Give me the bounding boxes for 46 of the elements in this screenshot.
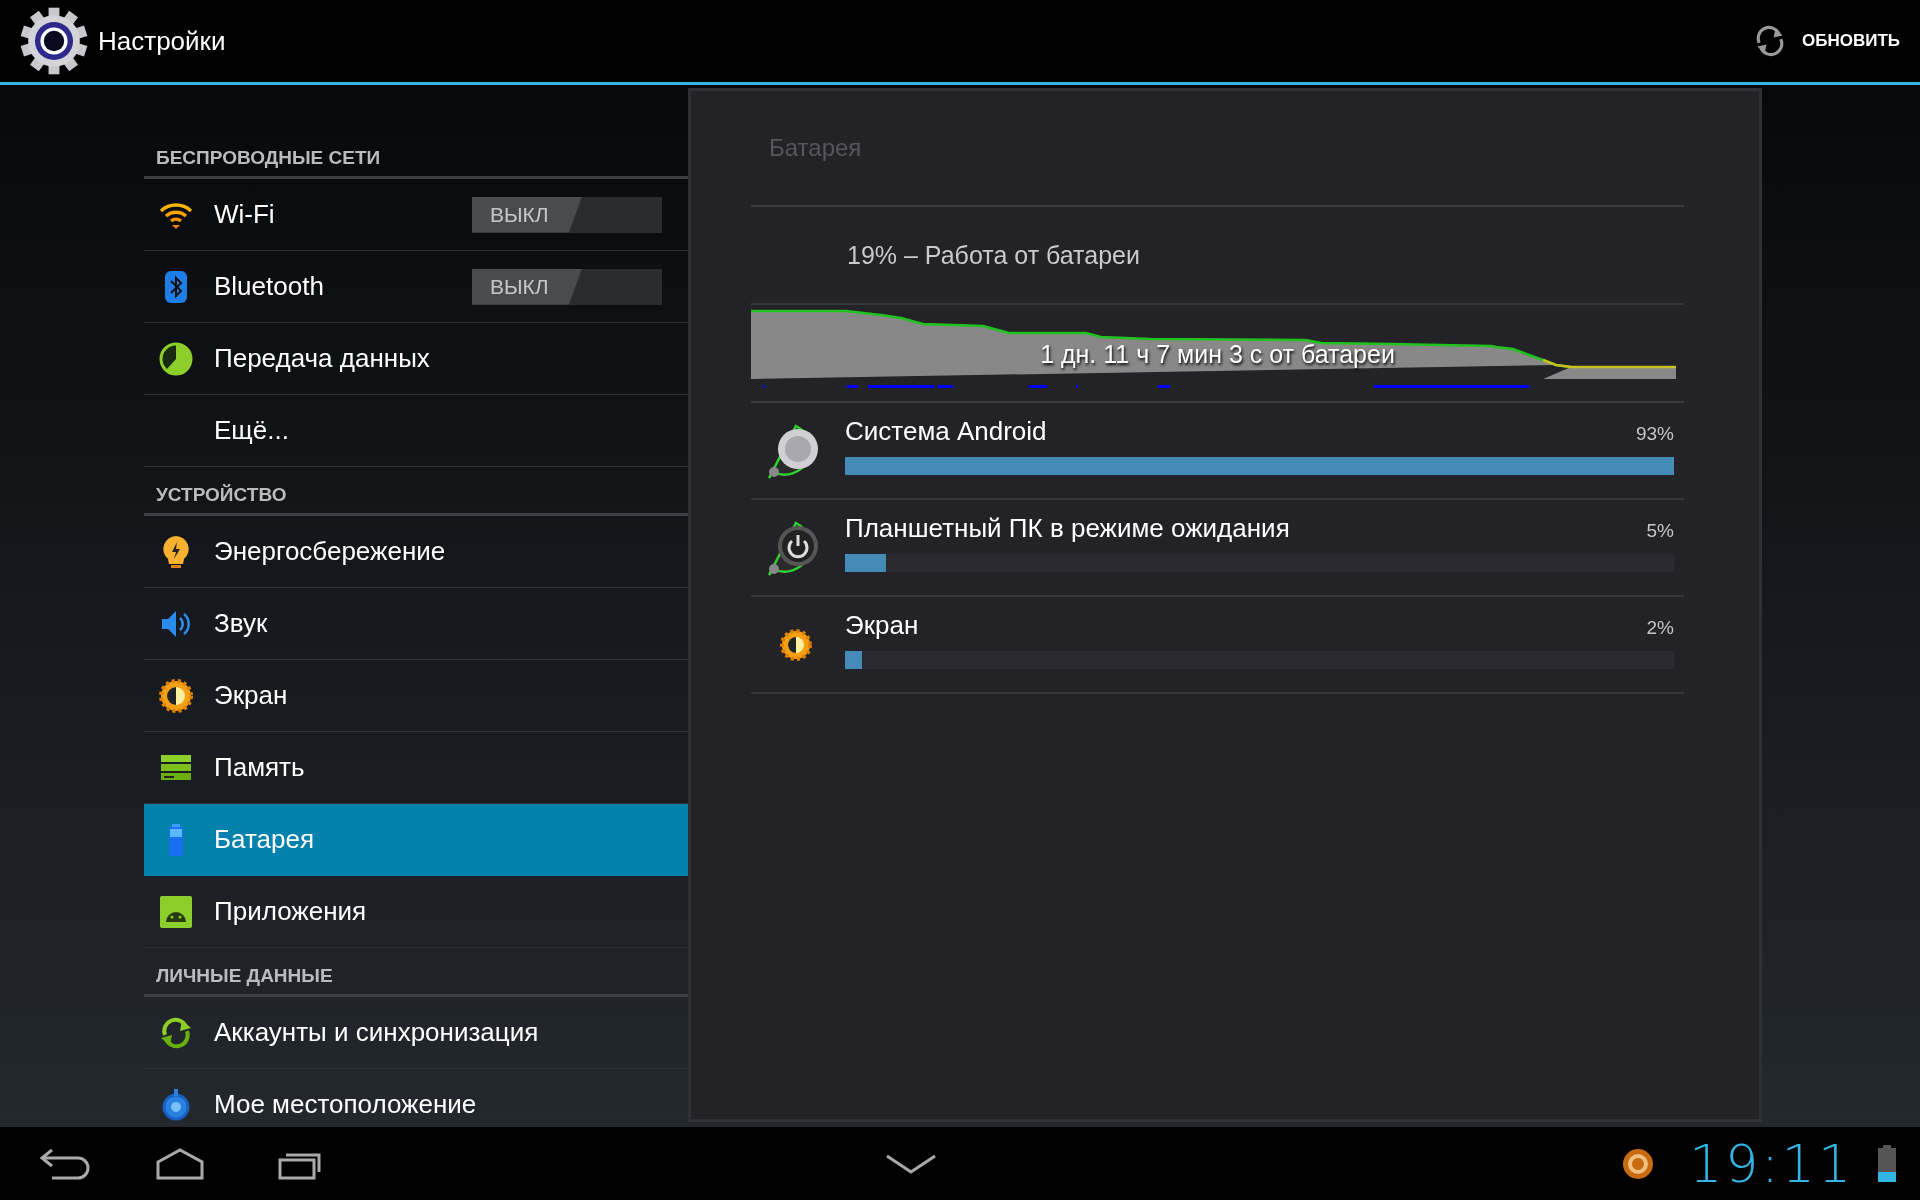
refresh-button[interactable]: ОБНОВИТЬ <box>1745 15 1906 67</box>
data-usage-icon <box>158 340 194 377</box>
item-label: Память <box>214 752 306 783</box>
settings-item[interactable]: Аккаунты и синхронизация <box>144 997 688 1069</box>
usage-name: Экран <box>845 610 919 641</box>
item-label: Батарея <box>214 824 316 855</box>
android-apps-icon <box>158 893 194 930</box>
usage-percent: 2% <box>1646 617 1674 639</box>
settings-item[interactable]: Звук <box>144 588 688 660</box>
section-header: БЕСПРОВОДНЫЕ СЕТИ <box>156 147 381 169</box>
item-label: Ещё... <box>214 415 290 446</box>
toggle-switch[interactable]: ВЫКЛ <box>472 268 662 305</box>
settings-title: Настройки <box>98 25 226 57</box>
gear-icon[interactable] <box>20 7 88 75</box>
settings-item[interactable]: Передача данных <box>144 323 688 395</box>
usage-row[interactable]: Экран 2% <box>751 597 1684 694</box>
usage-percent: 5% <box>1646 520 1674 542</box>
settings-item[interactable]: Энергосбережение <box>144 516 688 588</box>
battery-duration: 1 дн. 11 ч 7 мин 3 с от батареи <box>1040 340 1395 369</box>
notification-icon <box>1621 1146 1656 1181</box>
battery-status: 19% – Работа от батареи <box>751 207 1684 305</box>
item-label: Wi-Fi <box>214 199 276 230</box>
toggle-switch[interactable]: ВЫКЛ <box>472 196 662 233</box>
item-label: Bluetooth <box>214 271 325 302</box>
clock: 19:11 <box>1689 1133 1854 1194</box>
usage-row[interactable]: Система Android 93% <box>751 403 1684 500</box>
settings-item[interactable]: Экран <box>144 660 688 732</box>
section-header: ЛИЧНЫЕ ДАННЫЕ <box>156 965 333 987</box>
item-label: Звук <box>214 608 269 639</box>
usage-row[interactable]: Планшетный ПК в режиме ожидания 5% <box>751 500 1684 597</box>
settings-item[interactable]: Wi-Fi ВЫКЛ <box>144 179 688 251</box>
usage-name: Планшетный ПК в режиме ожидания <box>845 513 1290 544</box>
item-label: Приложения <box>214 896 368 927</box>
item-label: Энергосбережение <box>214 536 447 567</box>
usage-percent: 93% <box>1635 423 1674 445</box>
brightness-icon <box>158 677 194 714</box>
settings-item[interactable]: Приложения <box>144 876 688 948</box>
settings-item[interactable]: Батарея <box>144 804 688 876</box>
battery-status-icon <box>1876 1143 1898 1184</box>
settings-item[interactable]: Bluetooth ВЫКЛ <box>144 251 688 323</box>
item-label: Экран <box>214 680 289 711</box>
item-label: Аккаунты и синхронизация <box>214 1017 540 1048</box>
usage-name: Система Android <box>845 416 1047 447</box>
item-label: Передача данных <box>214 343 431 374</box>
section-header: УСТРОЙСТВО <box>156 484 287 506</box>
item-label: Мое местоположение <box>214 1089 478 1120</box>
